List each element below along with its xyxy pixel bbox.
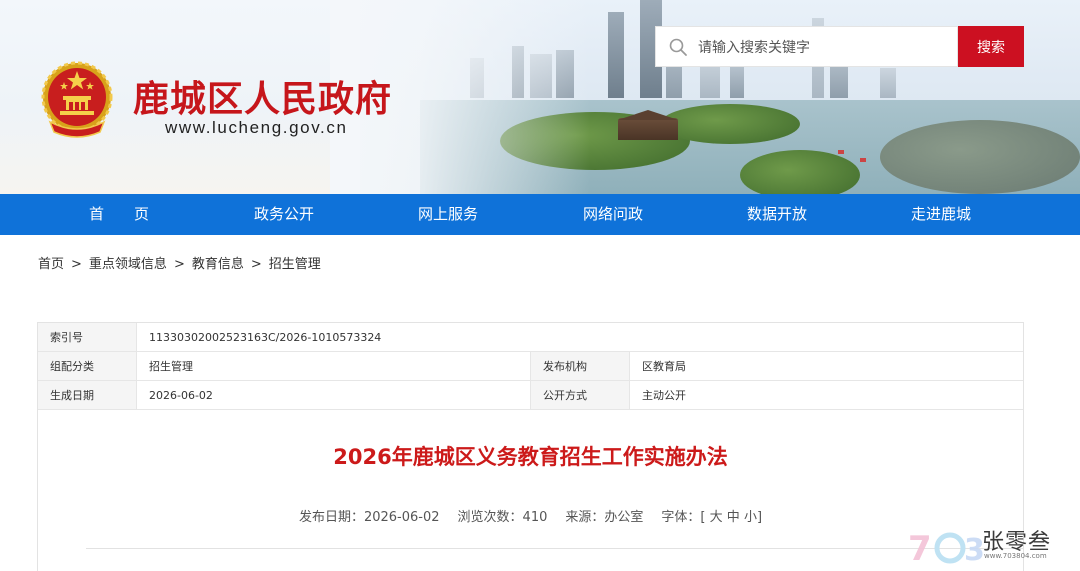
font-size-medium[interactable]: 中 <box>727 510 740 525</box>
source-label: 来源： <box>565 510 605 525</box>
font-size-small[interactable]: 小 <box>744 510 757 525</box>
header-banner: 鹿城区人民政府 www.lucheng.gov.cn 搜索 <box>0 0 1080 194</box>
date-label: 生成日期 <box>38 381 136 409</box>
breadcrumb-home[interactable]: 首页 <box>38 257 64 272</box>
font-size-bracket: ] <box>756 510 763 525</box>
breadcrumb-separator: > <box>250 257 262 272</box>
disclosure-label: 公开方式 <box>530 381 629 409</box>
banner-island <box>660 104 800 144</box>
info-row-index: 索引号 11330302002523163C/2026-1010573324 <box>38 323 1023 352</box>
breadcrumb-separator: > <box>173 257 185 272</box>
publish-date: 2026-06-02 <box>363 510 440 525</box>
publish-date-label: 发布日期： <box>298 510 364 525</box>
date-value: 2026-06-02 <box>136 381 530 409</box>
views-label: 浏览次数： <box>457 510 523 525</box>
banner-pavilion <box>618 118 678 140</box>
banner-roof <box>860 158 866 162</box>
divider <box>86 548 1023 549</box>
nav-item-online-inquiry[interactable]: 网络问政 <box>543 194 683 235</box>
banner-roof <box>838 150 844 154</box>
font-size-large[interactable]: 大 <box>710 510 723 525</box>
nav-item-open-data[interactable]: 数据开放 <box>707 194 847 235</box>
search-button[interactable]: 搜索 <box>958 26 1024 67</box>
nav-item-online-services[interactable]: 网上服务 <box>378 194 518 235</box>
banner-shore <box>880 120 1080 194</box>
breadcrumb-key-areas[interactable]: 重点领域信息 <box>89 257 167 272</box>
site-url: www.lucheng.gov.cn <box>165 118 348 137</box>
search-icon <box>669 38 687 56</box>
category-label: 组配分类 <box>38 352 136 380</box>
font-size-label: 字体：[ <box>661 510 706 525</box>
nav-item-about-lucheng[interactable]: 走进鹿城 <box>871 194 1011 235</box>
article-panel: 索引号 11330302002523163C/2026-1010573324 组… <box>37 322 1024 571</box>
national-emblem-icon <box>41 61 113 138</box>
info-row-date: 生成日期 2026-06-02 公开方式 主动公开 <box>38 381 1023 410</box>
search-box <box>655 26 958 67</box>
skyline-building <box>730 64 744 98</box>
skyline-building <box>880 68 896 98</box>
category-value: 招生管理 <box>136 352 530 380</box>
index-label: 索引号 <box>38 323 136 351</box>
article-info: 发布日期：2026-06-02 浏览次数：410 来源：办公室 字体：[ 大 中 小] <box>38 506 1023 525</box>
breadcrumb: 首页 > 重点领域信息 > 教育信息 > 招生管理 <box>38 253 321 272</box>
info-row-category: 组配分类 招生管理 发布机构 区教育局 <box>38 352 1023 381</box>
search-input[interactable] <box>698 38 948 55</box>
watermark-url: www.703804.com <box>984 552 1047 560</box>
index-value: 11330302002523163C/2026-1010573324 <box>136 323 1023 351</box>
svg-text:7: 7 <box>908 529 932 568</box>
publisher-value: 区教育局 <box>629 352 1023 380</box>
breadcrumb-enrollment[interactable]: 招生管理 <box>269 257 321 272</box>
article-title: 2026年鹿城区义务教育招生工作实施办法 <box>333 445 728 469</box>
site-name: 鹿城区人民政府 <box>133 78 393 120</box>
source-value: 办公室 <box>604 510 644 525</box>
skyline-building <box>608 12 624 98</box>
main-nav: 首 页 政务公开 网上服务 网络问政 数据开放 走进鹿城 <box>0 194 1080 235</box>
banner-island <box>740 150 860 194</box>
breadcrumb-separator: > <box>71 257 82 272</box>
publisher-label: 发布机构 <box>530 352 629 380</box>
nav-item-home[interactable]: 首 页 <box>49 194 189 235</box>
views-count: 410 <box>522 510 548 525</box>
nav-item-government-affairs[interactable]: 政务公开 <box>214 194 354 235</box>
disclosure-value: 主动公开 <box>629 381 1023 409</box>
breadcrumb-education-info[interactable]: 教育信息 <box>192 257 244 272</box>
